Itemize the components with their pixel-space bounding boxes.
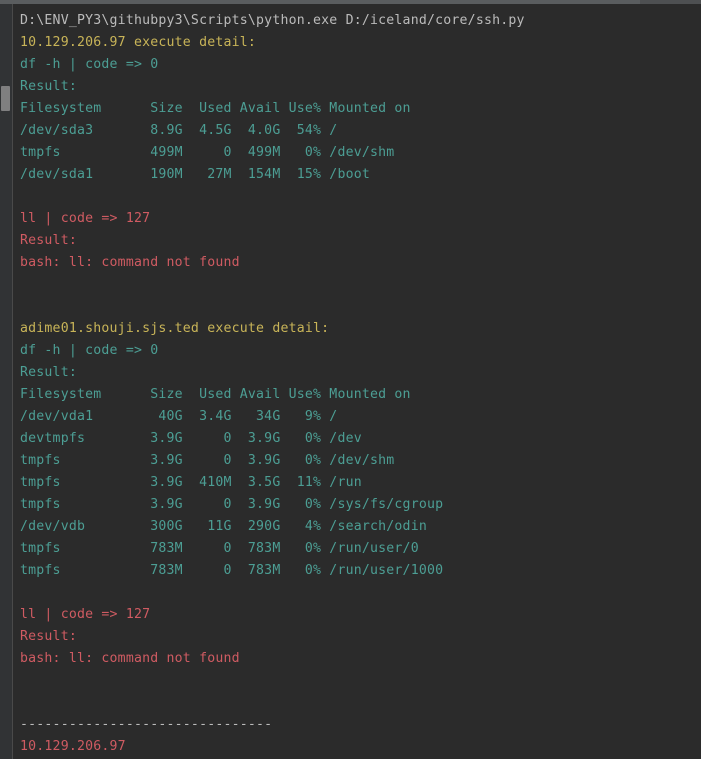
console-line: bash: ll: command not found — [20, 255, 240, 270]
vertical-scrollbar-thumb[interactable] — [1, 86, 10, 111]
console-line: devtmpfs 3.9G 0 3.9G 0% /dev — [20, 431, 362, 446]
console-line: Result: — [20, 233, 77, 248]
console-line: tmpfs 3.9G 410M 3.5G 11% /run — [20, 475, 362, 490]
console-line: ------------------------------- — [20, 717, 273, 732]
console-line: df -h | code => 0 — [20, 343, 159, 358]
console-line: ll | code => 127 — [20, 211, 151, 226]
console-line: D:\ENV_PY3\githubpy3\Scripts\python.exe … — [20, 13, 525, 28]
console-line: Filesystem Size Used Avail Use% Mounted … — [20, 101, 411, 116]
console-line: 10.129.206.97 execute detail: — [20, 35, 257, 50]
console-line: ll | code => 127 — [20, 607, 151, 622]
console-line: Result: — [20, 79, 77, 94]
console-line: 10.129.206.97 — [20, 739, 126, 754]
console-line: /dev/sda1 190M 27M 154M 15% /boot — [20, 167, 371, 182]
console-line: adime01.shouji.sjs.ted execute detail: — [20, 321, 330, 336]
console-line: tmpfs 3.9G 0 3.9G 0% /sys/fs/cgroup — [20, 497, 444, 512]
console-line: bash: ll: command not found — [20, 651, 240, 666]
console-line: /dev/vda1 40G 3.4G 34G 9% / — [20, 409, 338, 424]
console-line: df -h | code => 0 — [20, 57, 159, 72]
console-line: /dev/sda3 8.9G 4.5G 4.0G 54% / — [20, 123, 338, 138]
console-line: tmpfs 783M 0 783M 0% /run/user/0 — [20, 541, 419, 556]
console-output-panel: D:\ENV_PY3\githubpy3\Scripts\python.exe … — [0, 0, 701, 759]
console-line: tmpfs 3.9G 0 3.9G 0% /dev/shm — [20, 453, 395, 468]
console-line: /dev/vdb 300G 11G 290G 4% /search/odin — [20, 519, 427, 534]
console-line: Filesystem Size Used Avail Use% Mounted … — [20, 387, 411, 402]
console-text-area[interactable]: D:\ENV_PY3\githubpy3\Scripts\python.exe … — [14, 4, 701, 759]
console-line: tmpfs 783M 0 783M 0% /run/user/1000 — [20, 563, 444, 578]
console-gutter — [0, 4, 13, 759]
console-line: tmpfs 499M 0 499M 0% /dev/shm — [20, 145, 395, 160]
console-line: Result: — [20, 629, 77, 644]
console-line: Result: — [20, 365, 77, 380]
